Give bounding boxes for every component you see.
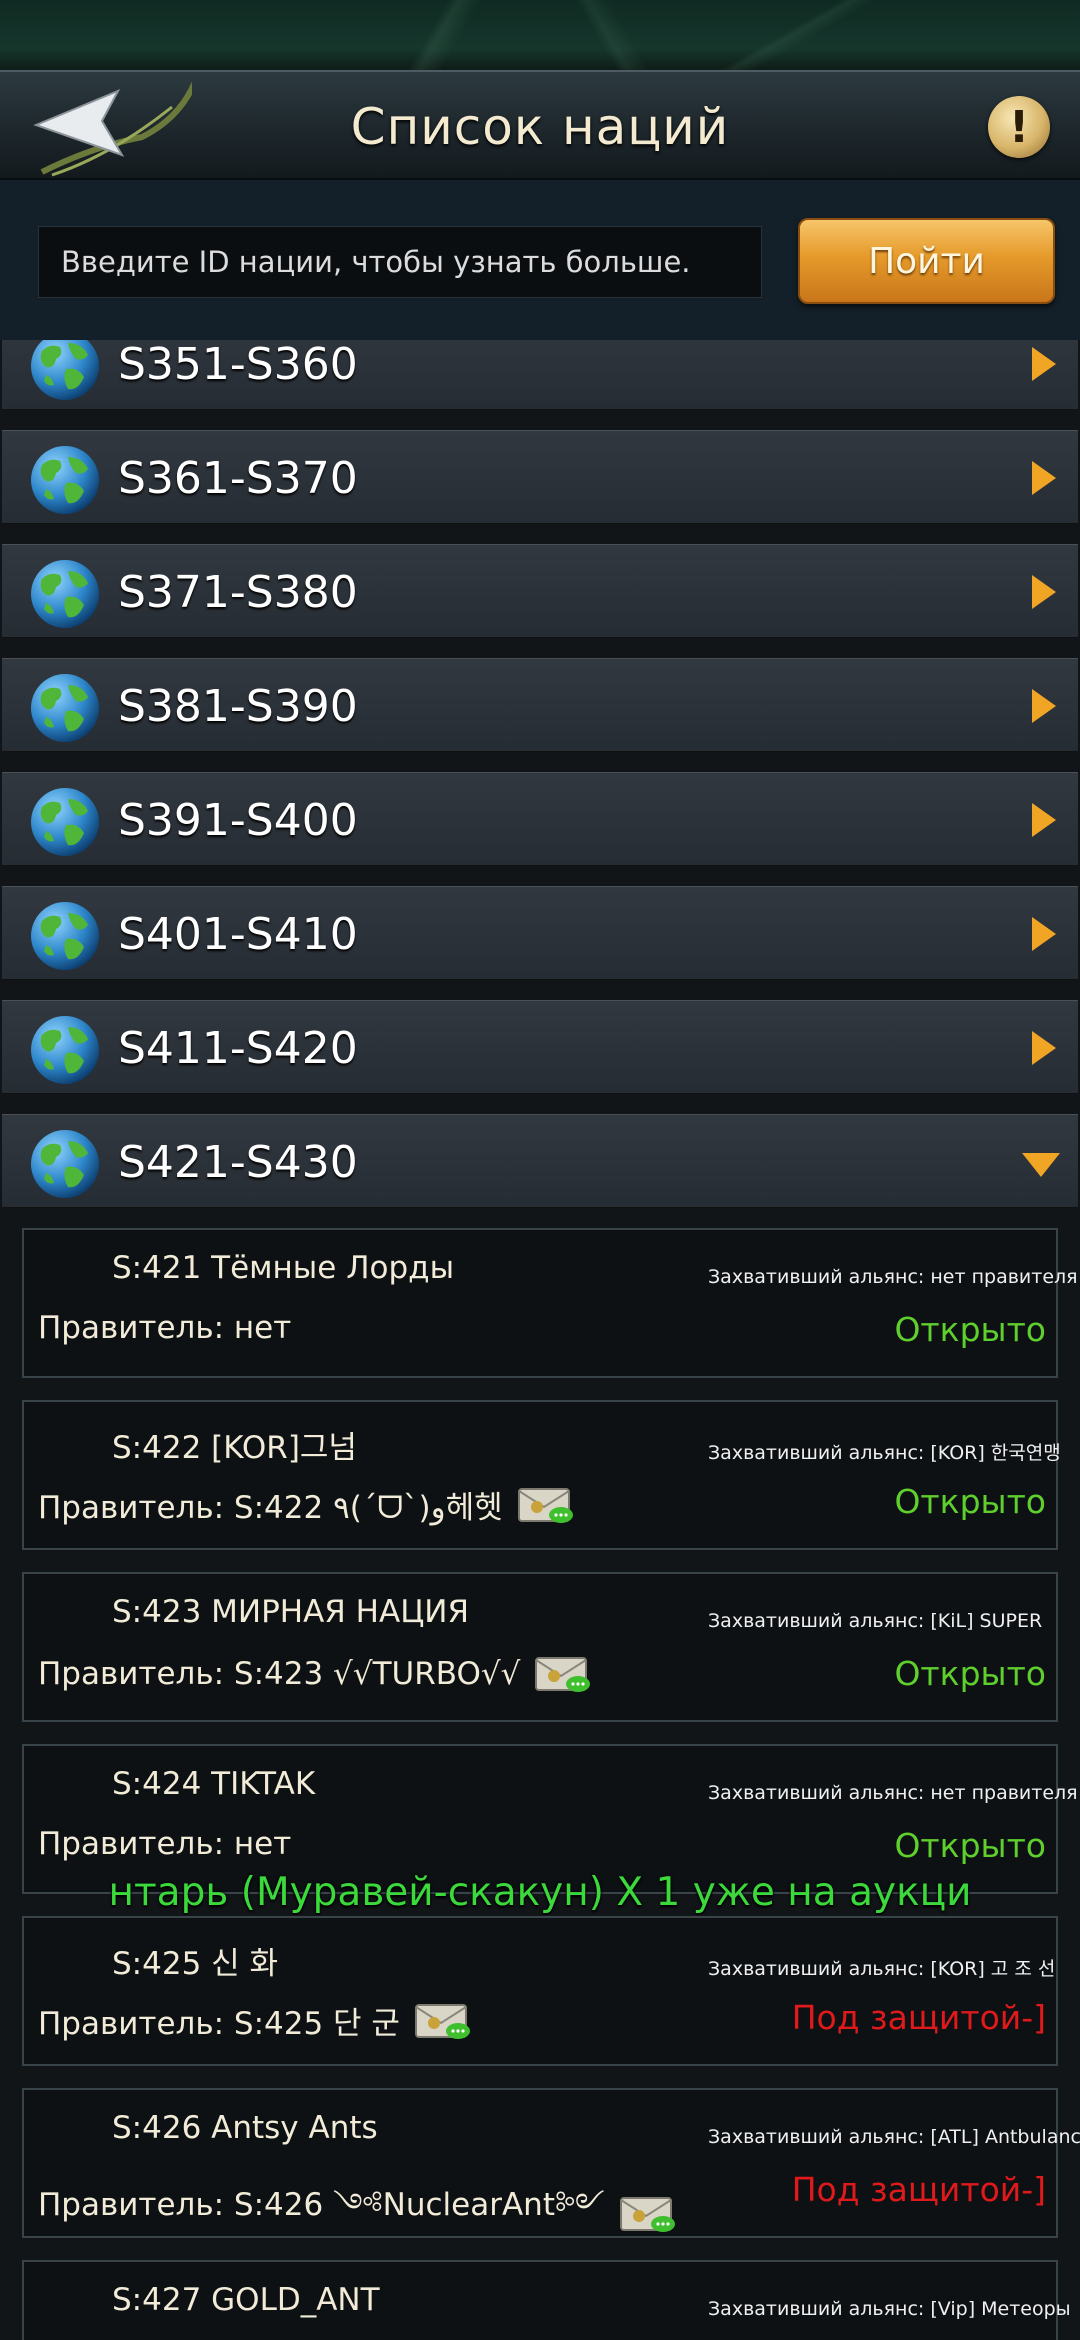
announcement-ticker: нтарь (Муравей-скакун) X 1 уже на аукци (108, 1870, 972, 1915)
go-button[interactable]: Пойти (798, 218, 1055, 304)
nation-name: S:421 Тёмные Лорды (112, 1250, 455, 1286)
globe-icon (31, 902, 99, 970)
group-row[interactable]: S361-S370 (2, 430, 1078, 524)
ruler-info: Правитель: S:423 √√TURBO√√ (38, 1654, 592, 1694)
nation-card[interactable]: S:426 Antsy Ants Захвативший альянс: [ATL… (22, 2088, 1080, 2238)
globe-icon (31, 446, 99, 514)
group-label: S371-S380 (118, 566, 358, 618)
nation-status: Открыто (894, 1310, 1046, 1349)
mail-icon[interactable] (534, 1654, 592, 1694)
chevron-right-icon (1032, 461, 1056, 495)
nation-status: Открыто (894, 1482, 1046, 1521)
ruler-text: Правитель: S:422 ٩(ˊᗜˋ)و헤헷 (38, 1490, 503, 1526)
page-title: Список наций (350, 98, 730, 156)
ruler-info: Правитель: нет (38, 1310, 291, 1346)
mail-icon[interactable] (619, 2194, 677, 2234)
captured-alliance: Захвативший альянс: [KOR] 고 조 선 (708, 1958, 1056, 1980)
captured-alliance: Захвативший альянс: нет правителя (708, 1782, 1078, 1804)
mail-icon[interactable] (517, 1485, 575, 1525)
chevron-right-icon (1032, 803, 1056, 837)
group-label: S401-S410 (118, 908, 358, 960)
group-label: S421-S430 (118, 1136, 358, 1188)
nation-name: S:423 МИРНАЯ НАЦИЯ (112, 1594, 469, 1630)
globe-icon (31, 788, 99, 856)
nation-card[interactable]: S:423 МИРНАЯ НАЦИЯ Захвативший альянс: [K… (22, 1572, 1058, 1722)
group-row[interactable]: S391-S400 (2, 772, 1078, 866)
chevron-down-icon (1022, 1153, 1060, 1177)
group-row[interactable]: S351-S360 (2, 340, 1078, 410)
group-row-expanded[interactable]: S421-S430 (2, 1114, 1078, 1208)
nation-name: S:426 Antsy Ants (112, 2110, 378, 2146)
globe-icon (31, 1016, 99, 1084)
nation-card[interactable]: S:422 [KOR]그넘 Захвативший альянс: [KOR] 한… (22, 1400, 1061, 1550)
mail-icon[interactable] (414, 2001, 472, 2041)
ruler-text: Правитель: нет (38, 1826, 292, 1862)
nation-name: S:425 신 화 (112, 1946, 279, 1982)
chevron-right-icon (1032, 347, 1056, 381)
back-arrow-icon (33, 81, 192, 177)
group-row[interactable]: S371-S380 (2, 544, 1078, 638)
nation-status: Открыто (894, 1654, 1046, 1693)
captured-alliance: Захвативший альянс: нет правителя (708, 1266, 1078, 1288)
captured-alliance: Захвативший альянс: [KiL] SUPER (708, 1610, 1043, 1632)
nation-card[interactable]: S:421 Тёмные Лорды Захвативший альянс: не… (22, 1228, 1078, 1378)
globe-icon (31, 674, 99, 742)
exclamation-icon: ! (1008, 101, 1030, 153)
group-label: S351-S360 (118, 340, 358, 390)
nation-card[interactable]: S:427 GOLD_ANT Захвативший альянс: [Vip] … (22, 2260, 1071, 2340)
ruler-text: Правитель: S:423 √√TURBO√√ (38, 1656, 521, 1692)
group-label: S381-S390 (118, 680, 358, 732)
group-label: S361-S370 (118, 452, 358, 504)
group-label: S391-S400 (118, 794, 358, 846)
info-button[interactable]: ! (988, 96, 1050, 158)
chevron-right-icon (1032, 1031, 1056, 1065)
header-bar: Список наций ! (0, 70, 1080, 180)
back-button[interactable] (0, 72, 205, 182)
nation-list[interactable]: S351-S360 S361-S370 S371-S380 S381-S390 S391… (0, 340, 1080, 2340)
globe-icon (31, 560, 99, 628)
ruler-text: Правитель: S:425 단 군 (38, 2006, 400, 2042)
group-row[interactable]: S411-S420 (2, 1000, 1078, 1094)
ruler-text: Правитель: нет (38, 1310, 292, 1346)
nation-name: S:427 GOLD_ANT (112, 2282, 380, 2318)
top-decoration (0, 0, 1080, 70)
nation-status: Открыто (894, 1826, 1046, 1865)
globe-icon (31, 340, 99, 400)
nation-name: S:424 TIKTAK (112, 1766, 316, 1802)
chevron-right-icon (1032, 689, 1056, 723)
captured-alliance: Захвативший альянс: [Vip] Метеоры (708, 2298, 1071, 2320)
search-bar: Пойти (0, 180, 1080, 340)
captured-alliance: Захвативший альянс: [ATL] Antbulance (708, 2126, 1080, 2148)
globe-icon (31, 1130, 99, 1198)
chevron-right-icon (1032, 917, 1056, 951)
captured-alliance: Захвативший альянс: [KOR] 한국연맹 (708, 1442, 1061, 1464)
nation-status: Под защитой-] (791, 2170, 1046, 2209)
group-row[interactable]: S401-S410 (2, 886, 1078, 980)
nation-card[interactable]: S:425 신 화 Захвативший альянс: [KOR] 고 조 선… (22, 1916, 1058, 2066)
group-row[interactable]: S381-S390 (2, 658, 1078, 752)
ruler-info: Правитель: S:426 ༺NuclearAnt༻ (38, 2170, 677, 2257)
group-label: S411-S420 (118, 1022, 358, 1074)
nation-id-input[interactable] (38, 226, 762, 298)
nation-status: Под защитой-] (791, 1998, 1046, 2037)
ruler-text: Правитель: S:426 ༺NuclearAnt༻ (38, 2187, 605, 2223)
chevron-right-icon (1032, 575, 1056, 609)
ruler-info: Правитель: S:425 단 군 (38, 1998, 472, 2043)
ruler-info: Правитель: S:422 ٩(ˊᗜˋ)و헤헷 (38, 1482, 575, 1527)
nation-name: S:422 [KOR]그넘 (112, 1430, 357, 1466)
ruler-info: Правитель: нет (38, 1826, 291, 1862)
